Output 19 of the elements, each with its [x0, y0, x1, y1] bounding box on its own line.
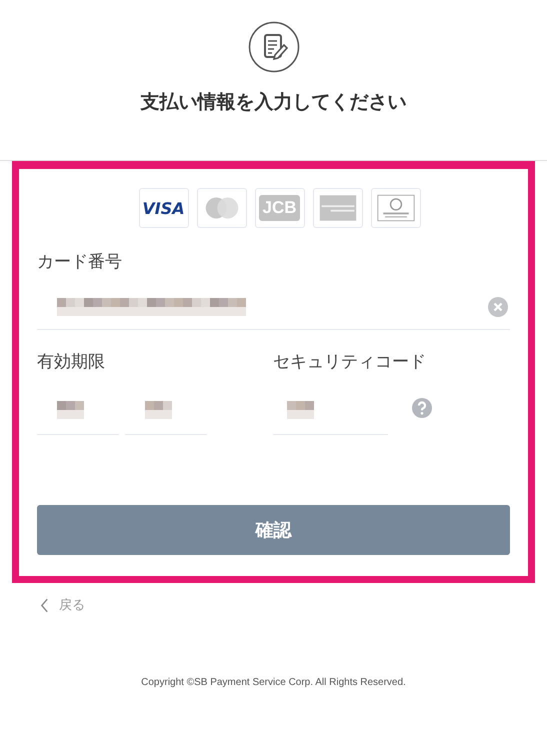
help-icon[interactable]: [412, 398, 432, 418]
field-label: カード番号: [37, 251, 123, 273]
redacted-value: [57, 400, 84, 418]
visa-logo: VISA: [138, 188, 188, 228]
field-label: セキュリティコード: [273, 351, 427, 373]
jcb-logo: JCB: [254, 188, 304, 228]
amex-logo: [312, 188, 362, 228]
clear-icon[interactable]: [488, 297, 508, 317]
redacted-value: [287, 400, 314, 418]
back-link[interactable]: 戻る: [40, 596, 85, 614]
chevron-left-icon: [40, 598, 49, 612]
document-edit-icon: [248, 21, 300, 73]
back-label: 戻る: [59, 597, 85, 614]
diners-logo: [370, 188, 420, 228]
mastercard-logo: [196, 188, 246, 228]
field-label: 有効期限: [37, 351, 106, 373]
copyright-text: Copyright ©SB Payment Service Corp. All Rights Reserved.: [140, 676, 407, 688]
redacted-value: [145, 400, 172, 418]
page-title: 支払い情報を入力してください: [140, 90, 406, 115]
